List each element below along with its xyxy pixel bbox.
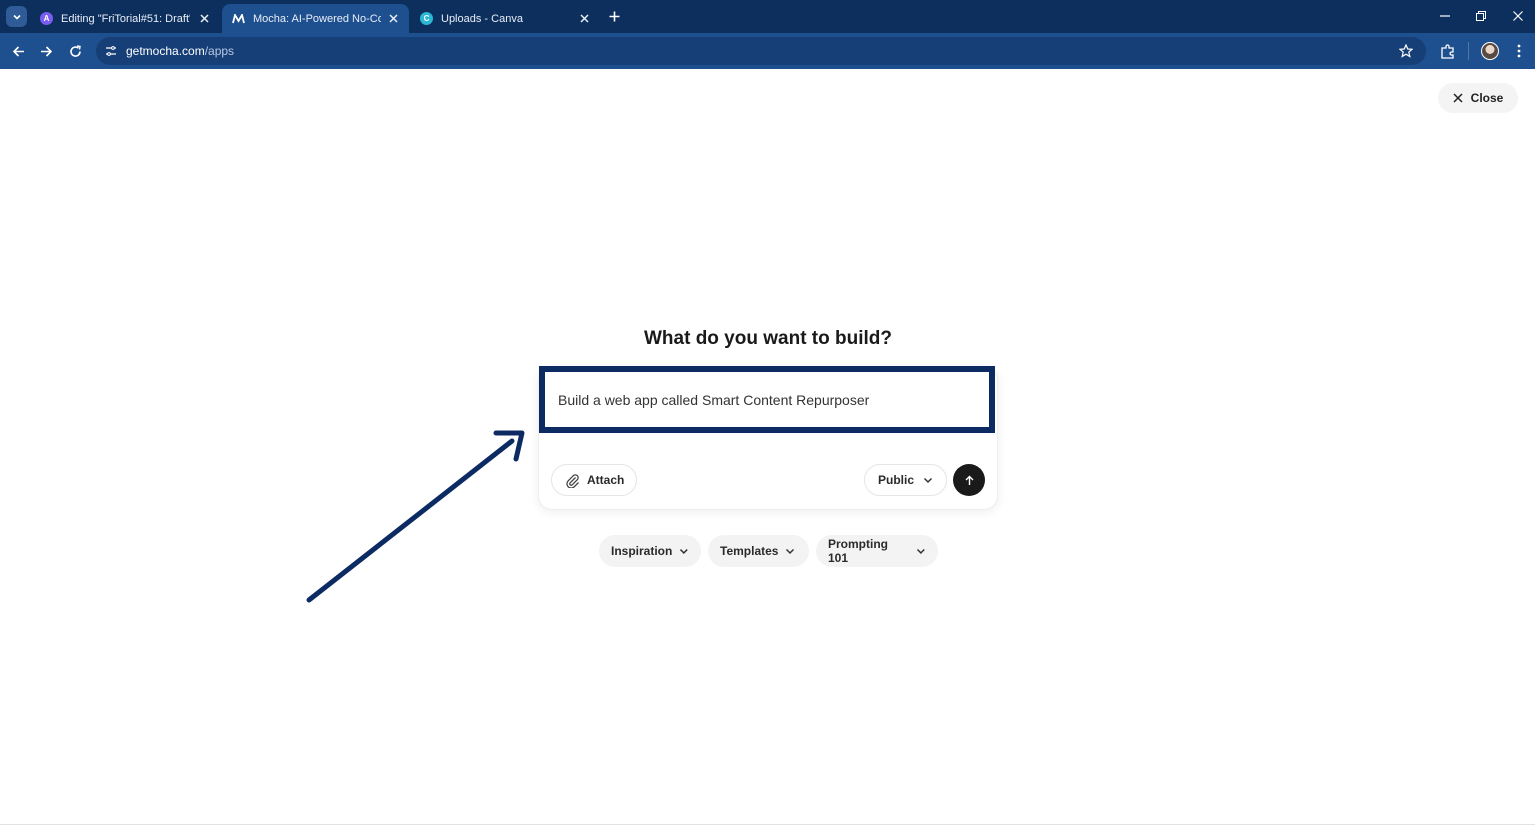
mocha-logo-icon <box>232 12 245 25</box>
canva-logo-icon: C <box>420 12 433 25</box>
bookmark-star-icon[interactable] <box>1398 43 1414 59</box>
tab-close-icon[interactable] <box>578 13 590 25</box>
toolbar-divider <box>1468 42 1469 60</box>
tab-editing-draft[interactable]: A Editing "FriTorial#51: Draft" <box>30 4 220 33</box>
close-button[interactable]: Close <box>1438 83 1518 113</box>
chevron-down-icon <box>680 549 689 554</box>
tab-strip: A Editing "FriTorial#51: Draft" Mocha: A… <box>0 0 1535 33</box>
url-host: getmocha.com <box>126 44 205 58</box>
tab-title: Editing "FriTorial#51: Draft" <box>61 12 191 25</box>
inspiration-dropdown[interactable]: Inspiration <box>599 535 701 567</box>
visibility-select[interactable]: Public <box>864 464 947 496</box>
back-arrow-icon[interactable] <box>8 41 28 61</box>
send-button[interactable] <box>953 464 985 496</box>
prompting-101-dropdown[interactable]: Prompting 101 <box>816 535 938 567</box>
new-tab-plus-icon[interactable] <box>606 8 623 25</box>
templates-label: Templates <box>720 544 779 558</box>
extensions-icon[interactable] <box>1437 41 1457 61</box>
close-label: Close <box>1470 91 1504 105</box>
app-purple-icon: A <box>40 12 53 25</box>
tab-title: Mocha: AI-Powered No-Code A <box>253 12 381 25</box>
minimize-icon[interactable] <box>1437 8 1453 24</box>
tab-title: Uploads - Canva <box>441 12 523 25</box>
tab-mocha[interactable]: Mocha: AI-Powered No-Code A <box>222 4 409 33</box>
chevron-down-icon <box>786 548 795 555</box>
prompt-input[interactable]: Build a web app called Smart Content Rep… <box>539 366 995 433</box>
tab-search-icon[interactable] <box>6 6 27 27</box>
visibility-label: Public <box>878 473 915 487</box>
site-info-icon[interactable] <box>104 44 118 58</box>
url-text: getmocha.com/apps <box>126 44 234 58</box>
prompting-101-label: Prompting 101 <box>828 537 888 565</box>
menu-dots-icon[interactable] <box>1509 41 1529 61</box>
attach-label: Attach <box>587 473 625 487</box>
profile-avatar[interactable] <box>1481 42 1499 60</box>
close-icon <box>1453 93 1463 103</box>
inspiration-label: Inspiration <box>611 544 673 558</box>
tab-canva[interactable]: C Uploads - Canva <box>410 4 600 33</box>
page-title: What do you want to build? <box>643 328 892 349</box>
reload-icon[interactable] <box>65 41 85 61</box>
annotation-arrow <box>306 430 525 603</box>
attach-button[interactable]: Attach <box>551 464 637 496</box>
templates-dropdown[interactable]: Templates <box>708 535 809 567</box>
browser-toolbar: getmocha.com/apps <box>0 33 1535 69</box>
tab-close-icon[interactable] <box>198 13 210 25</box>
prompt-text: Build a web app called Smart Content Rep… <box>558 391 870 408</box>
restore-icon[interactable] <box>1473 8 1489 24</box>
chevron-down-icon <box>923 477 933 484</box>
address-bar[interactable]: getmocha.com/apps <box>96 37 1426 65</box>
window-close-icon[interactable] <box>1510 8 1526 24</box>
arrow-up-icon <box>965 475 973 485</box>
tab-close-icon[interactable] <box>389 13 399 25</box>
url-path: /apps <box>204 44 235 58</box>
page-bottom-border <box>0 824 1535 825</box>
forward-arrow-icon[interactable] <box>36 41 56 61</box>
chevron-down-icon <box>917 549 926 554</box>
paperclip-icon <box>566 473 579 488</box>
